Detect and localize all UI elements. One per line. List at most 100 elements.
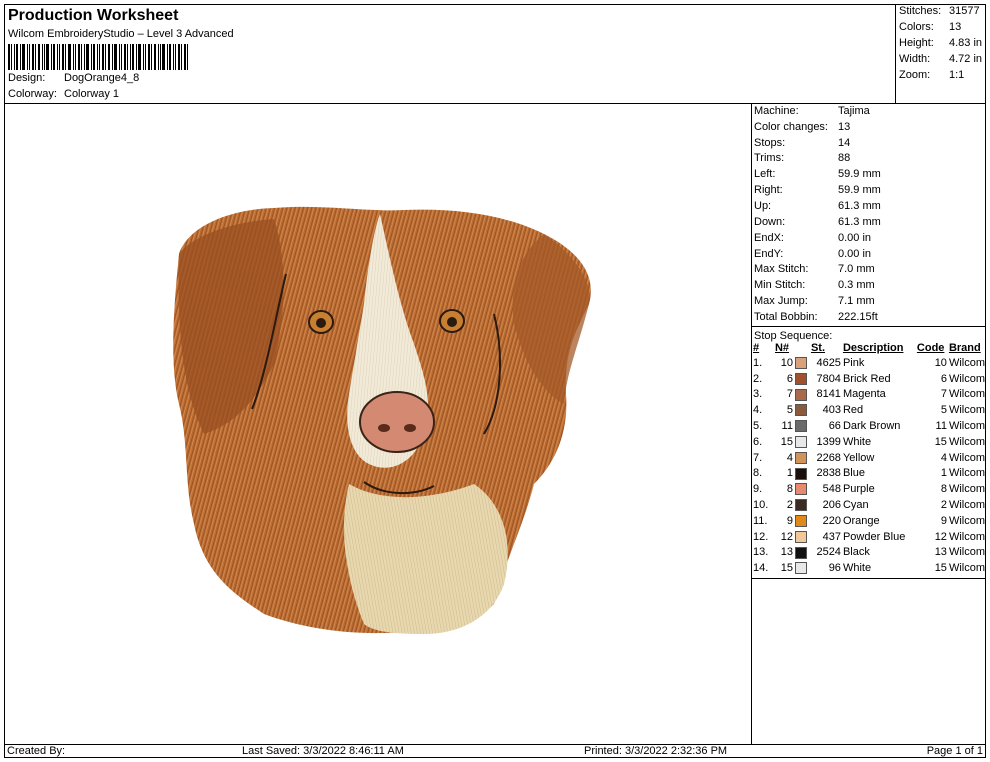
last-saved: Last Saved: 3/3/2022 8:46:11 AM <box>242 745 404 757</box>
color-swatch <box>794 402 810 418</box>
color-code: 4 <box>940 451 947 464</box>
page-title: Production Worksheet <box>8 7 179 24</box>
barcode-image <box>8 44 188 70</box>
color-description: Orange <box>842 514 880 527</box>
thread-brand: Wilcom <box>948 404 985 417</box>
design-value: DogOrange4_8 <box>64 72 140 84</box>
stat-zoom: Zoom: 1:1 <box>899 69 965 81</box>
thread-color-swatch <box>794 483 807 496</box>
created-by: Created By: <box>7 745 66 757</box>
stitch-count: 206 <box>822 499 841 512</box>
design-preview <box>4 104 751 744</box>
stop-number: 6. <box>753 435 763 448</box>
col-needle: N# <box>774 341 790 354</box>
stitch-count: 4625 <box>816 356 841 369</box>
thread-brand: Wilcom <box>948 388 985 401</box>
color-code: 12 <box>934 530 947 543</box>
needle-number: 12 <box>780 530 793 543</box>
stop-row: 1. 10 4625 Pink 10 Wilcom <box>752 355 986 371</box>
stitch-count: 220 <box>822 514 841 527</box>
colorway-value: Colorway 1 <box>64 88 120 100</box>
stitch-count: 403 <box>822 404 841 417</box>
color-description: Purple <box>842 483 875 496</box>
stitch-count: 96 <box>828 562 841 575</box>
color-description: Powder Blue <box>842 530 906 543</box>
design-label: Design: <box>8 72 46 84</box>
color-code: 11 <box>935 420 947 433</box>
thread-color-swatch <box>794 420 807 433</box>
needle-number: 11 <box>781 420 793 433</box>
stop-table-bottom-rule <box>752 578 986 579</box>
color-swatch <box>794 355 810 371</box>
stitch-count: 437 <box>822 530 841 543</box>
color-description: Blue <box>842 467 865 480</box>
thread-color-swatch <box>794 388 807 401</box>
stitch-count: 66 <box>828 420 841 433</box>
thread-color-swatch <box>794 467 807 480</box>
color-code: 6 <box>940 372 947 385</box>
stop-row: 6. 15 1399 White 15 Wilcom <box>752 434 986 450</box>
color-description: Yellow <box>842 451 875 464</box>
info-right: Right: 59.9 mm <box>754 184 881 196</box>
stop-row: 13. 13 2524 Black 13 Wilcom <box>752 545 986 561</box>
page-number: Page 1 of 1 <box>926 745 983 757</box>
thread-color-swatch <box>794 530 807 543</box>
col-code: Code <box>916 341 945 354</box>
info-down: Down: 61.3 mm <box>754 216 881 228</box>
stop-number: 13. <box>753 546 769 559</box>
color-description: White <box>842 562 872 575</box>
thread-brand: Wilcom <box>948 499 985 512</box>
stitch-count: 1399 <box>816 435 841 448</box>
needle-number: 5 <box>786 404 793 417</box>
thread-brand: Wilcom <box>948 372 985 385</box>
color-swatch <box>794 545 810 561</box>
color-description: Brick Red <box>842 372 891 385</box>
thread-brand: Wilcom <box>948 420 985 433</box>
needle-number: 10 <box>780 356 793 369</box>
dog-embroidery-image <box>173 206 591 634</box>
design-row: Design: DogOrange4_8 <box>8 72 139 84</box>
color-swatch <box>794 371 810 387</box>
thread-color-swatch <box>794 451 807 464</box>
stop-row: 4. 5 403 Red 5 Wilcom <box>752 402 986 418</box>
needle-number: 2 <box>786 499 793 512</box>
info-min-stitch: Min Stitch: 0.3 mm <box>754 279 875 291</box>
thread-brand: Wilcom <box>948 451 985 464</box>
stop-number: 14. <box>753 562 769 575</box>
color-code: 2 <box>940 499 947 512</box>
stop-number: 7. <box>753 451 763 464</box>
stop-number: 5. <box>753 420 763 433</box>
needle-number: 9 <box>786 514 793 527</box>
stitch-count: 548 <box>822 483 841 496</box>
color-code: 9 <box>940 514 947 527</box>
stop-number: 2. <box>753 372 763 385</box>
stat-stitches: Stitches: 31577 <box>899 5 980 17</box>
color-code: 15 <box>934 435 947 448</box>
worksheet-header: Production Worksheet Wilcom EmbroiderySt… <box>4 4 895 104</box>
col-stitches: St. <box>810 341 826 354</box>
col-brand: Brand <box>948 341 981 354</box>
stop-row: 8. 1 2838 Blue 1 Wilcom <box>752 466 986 482</box>
color-code: 5 <box>940 404 947 417</box>
stop-number: 1. <box>753 356 763 369</box>
stop-row: 9. 8 548 Purple 8 Wilcom <box>752 481 986 497</box>
color-description: Black <box>842 546 870 559</box>
stop-number: 4. <box>753 404 763 417</box>
thread-color-swatch <box>794 356 807 369</box>
col-number: # <box>753 341 760 354</box>
color-swatch <box>794 560 810 576</box>
info-stops: Stops: 14 <box>754 137 851 149</box>
stop-number: 12. <box>753 530 769 543</box>
thread-brand: Wilcom <box>948 356 985 369</box>
col-swatch <box>794 340 810 355</box>
stat-width: Width: 4.72 in <box>899 53 983 65</box>
stitch-count: 2268 <box>816 451 841 464</box>
info-left: Left: 59.9 mm <box>754 168 881 180</box>
color-description: Pink <box>842 356 865 369</box>
thread-brand: Wilcom <box>948 546 985 559</box>
thread-color-swatch <box>794 435 807 448</box>
thread-brand: Wilcom <box>948 514 985 527</box>
thread-color-swatch <box>794 514 807 527</box>
stop-number: 3. <box>753 388 763 401</box>
thread-brand: Wilcom <box>948 435 985 448</box>
